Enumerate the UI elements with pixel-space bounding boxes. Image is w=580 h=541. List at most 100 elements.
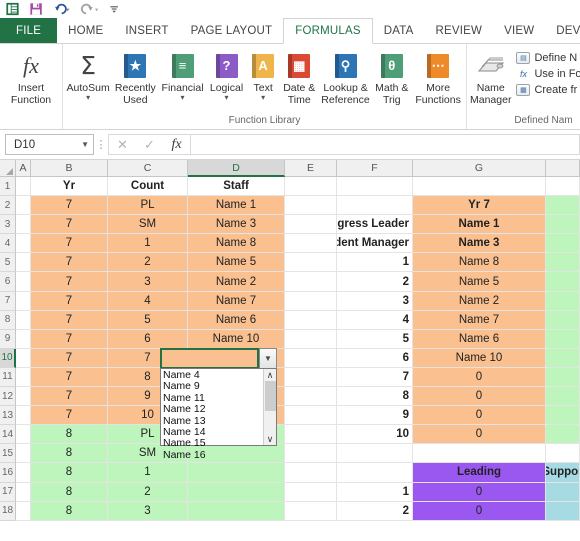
cell-g2[interactable]: Yr 7 (413, 196, 546, 216)
cell-d2[interactable]: Name 1 (188, 196, 285, 216)
chevron-down-icon[interactable]: ▾ (225, 94, 229, 102)
cell-g5[interactable]: Name 8 (413, 253, 546, 273)
cell-a9[interactable] (16, 329, 31, 349)
cell-d3[interactable]: Name 3 (188, 215, 285, 235)
cell-e5[interactable] (285, 253, 337, 273)
cell-a18[interactable] (16, 501, 31, 521)
cell-c17[interactable]: 2 (108, 482, 188, 502)
cell-b10[interactable]: 7 (31, 348, 108, 368)
cell-b2[interactable]: 7 (31, 196, 108, 216)
cell-b14[interactable]: 8 (31, 425, 108, 445)
selected-cell-d10[interactable] (160, 348, 259, 369)
row-header-3[interactable]: 3 (0, 215, 16, 235)
cell-a15[interactable] (16, 444, 31, 464)
cell-d6[interactable]: Name 2 (188, 272, 285, 292)
cell-b13[interactable]: 7 (31, 406, 108, 426)
cell-h9[interactable] (546, 329, 580, 349)
cell-c16[interactable]: 1 (108, 463, 188, 483)
cell-g12[interactable]: 0 (413, 387, 546, 407)
cell-d7[interactable]: Name 7 (188, 291, 285, 311)
cell-h6[interactable] (546, 272, 580, 292)
cell-g17[interactable]: 0 (413, 482, 546, 502)
list-item[interactable]: Name 16 (163, 449, 263, 461)
cell-a17[interactable] (16, 482, 31, 502)
list-item[interactable]: Name 12 (163, 403, 263, 415)
cell-g1[interactable] (413, 177, 546, 197)
cell-a10[interactable] (16, 348, 31, 368)
row-header-5[interactable]: 5 (0, 253, 16, 273)
row-header-1[interactable]: 1 (0, 177, 16, 197)
cell-d17[interactable] (188, 482, 285, 502)
chevron-down-icon[interactable]: ▼ (81, 140, 89, 149)
cell-e1[interactable] (285, 177, 337, 197)
cell-c7[interactable]: 4 (108, 291, 188, 311)
chevron-down-icon[interactable]: ▾ (86, 94, 90, 102)
tab-data[interactable]: DATA (373, 18, 425, 43)
cell-f3[interactable]: Progress Leader (337, 215, 413, 235)
logical-button[interactable]: ? Logical ▾ (206, 48, 248, 104)
cell-c3[interactable]: SM (108, 215, 188, 235)
lookup-reference-button[interactable]: ⚲ Lookup & Reference (320, 48, 372, 108)
cell-a12[interactable] (16, 387, 31, 407)
cell-c6[interactable]: 3 (108, 272, 188, 292)
cell-b5[interactable]: 7 (31, 253, 108, 273)
cell-h5[interactable] (546, 253, 580, 273)
insert-function-button[interactable]: fx Insert Function (2, 48, 60, 108)
cell-e10[interactable] (285, 348, 337, 368)
cell-d18[interactable] (188, 501, 285, 521)
save-icon[interactable] (29, 2, 44, 16)
cell-h18[interactable] (546, 501, 580, 521)
cell-e2[interactable] (285, 196, 337, 216)
cell-g10[interactable]: Name 10 (413, 348, 546, 368)
cancel-formula-button[interactable]: ✕ (109, 137, 136, 153)
undo-icon[interactable] (53, 2, 72, 16)
cell-e9[interactable] (285, 329, 337, 349)
cell-g18[interactable]: 0 (413, 501, 546, 521)
date-time-button[interactable]: ▦ Date & Time (279, 48, 320, 108)
tab-file[interactable]: FILE (0, 18, 58, 43)
cell-b16[interactable]: 8 (31, 463, 108, 483)
dropdown-scrollbar[interactable]: ∧ ∨ (263, 369, 276, 445)
name-manager-button[interactable]: Name Manager (469, 48, 512, 108)
column-header-d[interactable]: D (188, 160, 285, 177)
text-button[interactable]: A Text ▾ (247, 48, 279, 104)
insert-function-icon[interactable]: fx (163, 137, 190, 153)
tab-view[interactable]: VIEW (493, 18, 545, 43)
tab-home[interactable]: HOME (57, 18, 114, 43)
cell-h12[interactable] (546, 387, 580, 407)
cell-f2[interactable] (337, 196, 413, 216)
row-header-2[interactable]: 2 (0, 196, 16, 216)
cell-f6[interactable]: 2 (337, 272, 413, 292)
cell-a8[interactable] (16, 310, 31, 330)
row-header-4[interactable]: 4 (0, 234, 16, 254)
cell-h14[interactable] (546, 425, 580, 445)
tab-formulas[interactable]: FORMULAS (283, 18, 373, 44)
cell-g8[interactable]: Name 7 (413, 310, 546, 330)
cell-e16[interactable] (285, 463, 337, 483)
cell-e12[interactable] (285, 387, 337, 407)
cell-b15[interactable]: 8 (31, 444, 108, 464)
row-header-13[interactable]: 13 (0, 406, 16, 426)
cell-e13[interactable] (285, 406, 337, 426)
column-header-e[interactable]: E (285, 160, 337, 177)
cell-g9[interactable]: Name 6 (413, 329, 546, 349)
cell-f8[interactable]: 4 (337, 310, 413, 330)
cell-h8[interactable] (546, 310, 580, 330)
cell-c4[interactable]: 1 (108, 234, 188, 254)
recently-used-button[interactable]: ★ Recently Used (111, 48, 159, 108)
cell-h10[interactable] (546, 348, 580, 368)
cell-f5[interactable]: 1 (337, 253, 413, 273)
cell-c18[interactable]: 3 (108, 501, 188, 521)
row-header-17[interactable]: 17 (0, 482, 16, 502)
cell-e3[interactable] (285, 215, 337, 235)
cell-e17[interactable] (285, 482, 337, 502)
row-header-18[interactable]: 18 (0, 501, 16, 521)
row-header-15[interactable]: 15 (0, 444, 16, 464)
cell-f9[interactable]: 5 (337, 329, 413, 349)
more-functions-button[interactable]: ⋯ More Functions (412, 48, 464, 108)
cell-h15[interactable] (546, 444, 580, 464)
tab-insert[interactable]: INSERT (114, 18, 179, 43)
row-header-16[interactable]: 16 (0, 463, 16, 483)
cell-e18[interactable] (285, 501, 337, 521)
autosum-button[interactable]: Σ AutoSum ▾ (65, 48, 111, 104)
